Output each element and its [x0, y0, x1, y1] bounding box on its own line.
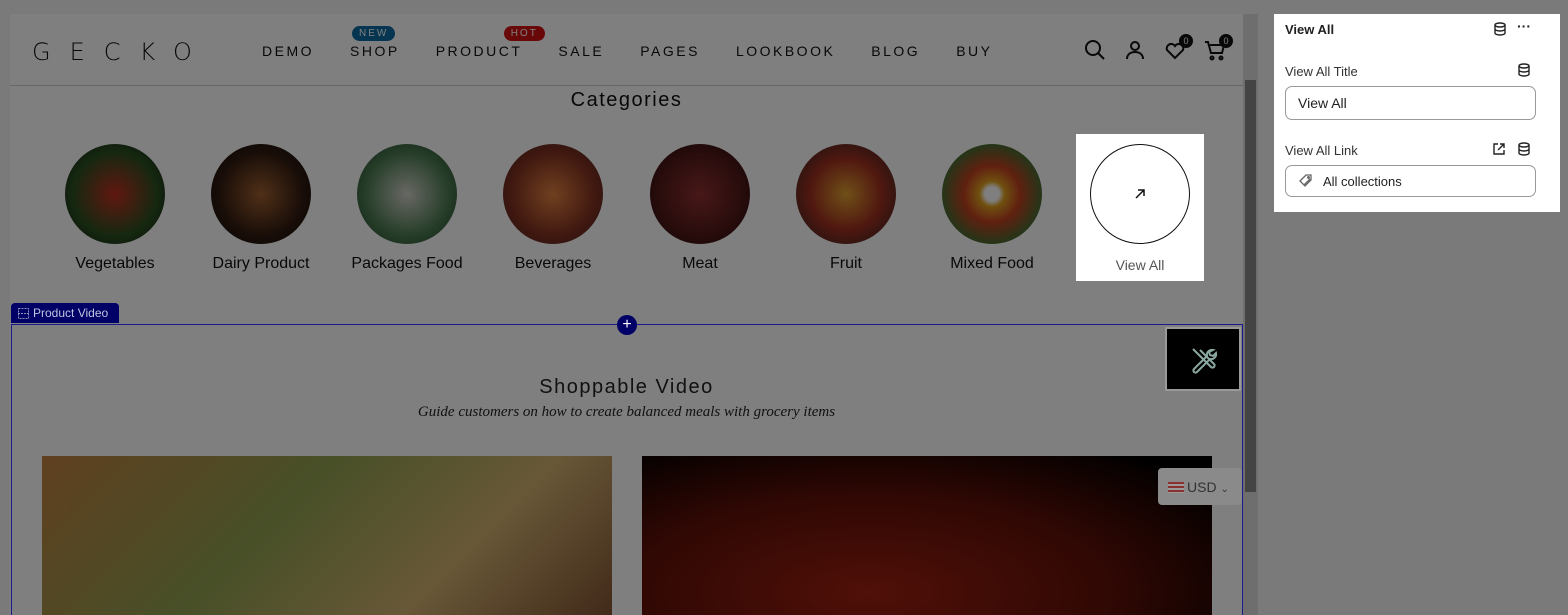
external-link-icon[interactable] [1492, 142, 1506, 156]
scrollbar-thumb[interactable] [1245, 80, 1256, 492]
currency-selector[interactable]: USD ⌄ [1158, 468, 1242, 505]
database-icon[interactable] [1517, 63, 1531, 77]
title-label: View All Title [1285, 64, 1358, 79]
settings-panel: View All ··· View All Title View All Vie… [1274, 14, 1560, 212]
more-icon[interactable]: ··· [1517, 18, 1531, 34]
view-all-link-input[interactable]: All collections [1285, 165, 1536, 197]
view-all-label: View All [1115, 257, 1165, 273]
view-all-title-input[interactable]: View All [1285, 86, 1536, 120]
arrow-up-right-icon [1135, 189, 1145, 199]
view-all-circle[interactable] [1090, 144, 1190, 244]
tag-icon [1299, 174, 1312, 187]
section-icon [18, 308, 29, 319]
section-tag[interactable]: Product Video [11, 303, 119, 323]
database-icon[interactable] [1517, 142, 1531, 156]
chevron-down-icon: ⌄ [1220, 484, 1229, 495]
link-label: View All Link [1285, 143, 1358, 158]
view-all-item[interactable]: View All [1076, 134, 1204, 281]
tools-button[interactable] [1165, 327, 1241, 391]
section-tag-label: Product Video [33, 306, 109, 320]
canvas-scrollbar[interactable] [1243, 14, 1258, 615]
database-icon[interactable] [1493, 22, 1507, 36]
add-section-button[interactable]: + [617, 315, 637, 335]
section-outline [11, 324, 1243, 615]
currency-label: USD [1187, 479, 1217, 495]
tools-icon [1192, 348, 1218, 374]
link-value: All collections [1323, 174, 1402, 189]
editor-canvas: GECKO DEMO NEWSHOP HOTPRODUCT SALE PAGES… [10, 14, 1243, 615]
us-flag-icon [1168, 482, 1184, 493]
panel-title: View All [1285, 22, 1335, 37]
